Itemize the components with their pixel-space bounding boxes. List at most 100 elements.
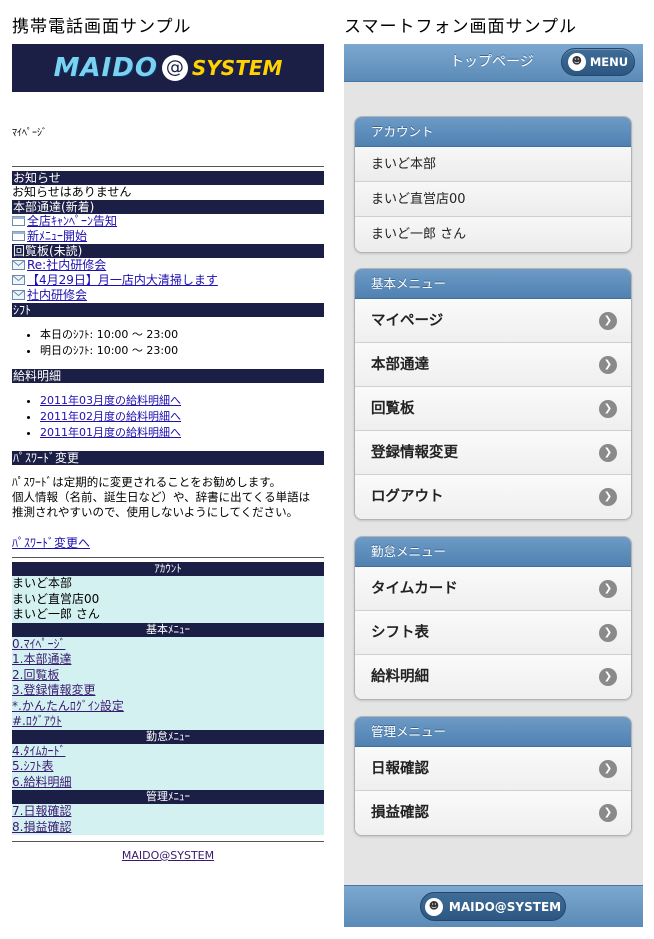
menu-basic-header: 基本ﾒﾆｭｰ <box>12 622 324 637</box>
salary-link[interactable]: 2011年03月度の給料明細へ <box>40 394 181 407</box>
chevron-right-icon: ❯ <box>599 668 617 686</box>
notice-text: お知らせはありません <box>12 185 132 199</box>
account-item: まいど直営店00 <box>355 182 631 217</box>
menu-item-logout[interactable]: #.ﾛｸﾞｱｳﾄ <box>12 714 62 728</box>
divider <box>12 166 324 167</box>
menu-item-salary[interactable]: 給料明細 ❯ <box>355 655 631 699</box>
feature-phone-heading: 携帯電話画面サンプル <box>12 17 192 37</box>
fp-menu: ｱｶｳﾝﾄ まいど本部 まいど直営店00 まいど一郎 さん 基本ﾒﾆｭｰ 0.ﾏ… <box>12 562 324 835</box>
chevron-right-icon: ❯ <box>599 760 617 778</box>
password-notice-line: 個人情報（名前、誕生日など）や、辞書に出てくる単語は <box>12 490 311 504</box>
board-item: Re:社内研修会 <box>12 258 324 273</box>
salary-link[interactable]: 2011年01月度の給料明細へ <box>40 426 181 439</box>
account-group: アカウント まいど本部 まいど直営店00 まいど一郎 さん <box>354 116 632 253</box>
menu-item-label: 損益確認 <box>371 805 429 821</box>
menu-button[interactable]: ☻ MENU <box>561 48 635 76</box>
menu-item-daily-report[interactable]: 日報確認 ❯ <box>355 747 631 791</box>
menu-item-mypage[interactable]: 0.ﾏｲﾍﾟｰｼﾞ <box>12 637 65 651</box>
board-item-link[interactable]: Re:社内研修会 <box>27 258 106 272</box>
shift-item-tomorrow: 明日のｼﾌﾄ: 10:00 ～ 23:00 <box>40 343 324 359</box>
memo-icon <box>12 216 25 226</box>
menu-account-header: ｱｶｳﾝﾄ <box>12 562 324 576</box>
account-item: まいど直営店00 <box>12 591 100 606</box>
smartphone-screen: トップページ ☻ MENU アカウント まいど本部 まいど直営店00 まいど一郎… <box>344 44 643 927</box>
board-item-link[interactable]: 社内研修会 <box>27 288 87 302</box>
board-item-link[interactable]: 【4月29日】月一店内大清掃します <box>27 273 218 287</box>
menu-button-label: MENU <box>589 55 629 69</box>
board-item: 【4月29日】月一店内大清掃します <box>12 273 324 288</box>
shift-item-today: 本日のｼﾌﾄ: 10:00 ～ 23:00 <box>40 327 324 343</box>
hq-item: 全店ｷｬﾝﾍﾟｰﾝ告知 <box>12 214 324 229</box>
maido-system-logo: MAIDO @ SYSTEM <box>12 44 324 92</box>
menu-item-mypage[interactable]: マイページ ❯ <box>355 299 631 343</box>
menu-item-salary[interactable]: 6.給料明細 <box>12 775 71 789</box>
menu-item-timecard[interactable]: 4.ﾀｲﾑｶｰﾄﾞ <box>12 744 65 758</box>
attendance-menu-header: 勤怠メニュー <box>355 537 631 567</box>
menu-attendance-header: 勤怠ﾒﾆｭｰ <box>12 729 324 744</box>
chevron-right-icon: ❯ <box>599 356 617 374</box>
basic-menu-header: 基本メニュー <box>355 269 631 299</box>
menu-item-profit-loss[interactable]: 損益確認 ❯ <box>355 791 631 835</box>
menu-item-label: ログアウト <box>371 489 444 505</box>
menu-item-label: 日報確認 <box>371 761 429 777</box>
hq-notice-header: 本部通達(新着) <box>12 200 324 214</box>
board-item: 社内研修会 <box>12 288 324 303</box>
salary-link[interactable]: 2011年02月度の給料明細へ <box>40 410 181 423</box>
menu-item-profit-loss[interactable]: 8.損益確認 <box>12 820 71 834</box>
menu-item-profile[interactable]: 3.登録情報変更 <box>12 683 95 697</box>
password-notice-line: ﾊﾟｽﾜｰﾄﾞは定期的に変更されることをお勧めします。 <box>12 475 282 489</box>
menu-item-board[interactable]: 回覧板 ❯ <box>355 387 631 431</box>
salary-list: 2011年03月度の給料明細へ 2011年02月度の給料明細へ 2011年01月… <box>40 393 324 441</box>
menu-item-label: 回覧板 <box>371 401 415 417</box>
footer-link[interactable]: MAIDO@SYSTEM <box>122 849 214 862</box>
menu-item-timecard[interactable]: タイムカード ❯ <box>355 567 631 611</box>
menu-item-board[interactable]: 2.回覧板 <box>12 668 59 682</box>
footer-button-label: MAIDO@SYSTEM <box>448 899 562 914</box>
menu-item-label: シフト表 <box>371 625 429 641</box>
chevron-right-icon: ❯ <box>599 580 617 598</box>
menu-item-easy-login[interactable]: *.かんたんﾛｸﾞｲﾝ設定 <box>12 699 124 713</box>
menu-item-daily-report[interactable]: 7.日報確認 <box>12 804 71 818</box>
envelope-icon <box>12 275 25 285</box>
menu-admin-header: 管理ﾒﾆｭｰ <box>12 790 324 804</box>
menu-item-logout[interactable]: ログアウト ❯ <box>355 475 631 519</box>
header-bar: トップページ ☻ MENU <box>344 44 643 82</box>
board-header: 回覧板(未読) <box>12 244 324 258</box>
feature-phone-screen: MAIDO @ SYSTEM ﾏｲﾍﾟｰｼﾞ お知らせ お知らせはありません 本… <box>12 44 324 863</box>
password-change-link[interactable]: ﾊﾟｽﾜｰﾄﾞ変更へ <box>12 536 324 551</box>
maido-mascot-icon: ☻ <box>567 53 586 71</box>
envelope-icon <box>12 260 25 270</box>
menu-item-label: 給料明細 <box>371 669 429 685</box>
hq-item-link[interactable]: 新ﾒﾆｭｰ開始 <box>27 229 87 243</box>
menu-item-label: タイムカード <box>371 581 458 597</box>
password-notice-line: 推測されやすいので、使用しないようにしてください。 <box>12 505 299 519</box>
chevron-right-icon: ❯ <box>599 444 617 462</box>
menu-item-hq[interactable]: 本部通達 ❯ <box>355 343 631 387</box>
chevron-right-icon: ❯ <box>599 804 617 822</box>
shift-list: 本日のｼﾌﾄ: 10:00 ～ 23:00 明日のｼﾌﾄ: 10:00 ～ 23… <box>40 327 324 359</box>
account-item: まいど一郎 さん <box>12 607 100 621</box>
maido-mascot-icon: ☻ <box>424 897 443 916</box>
menu-item-profile[interactable]: 登録情報変更 ❯ <box>355 431 631 475</box>
menu-item-label: 登録情報変更 <box>371 445 458 461</box>
menu-item-shift[interactable]: 5.ｼﾌﾄ表 <box>12 759 53 773</box>
menu-item-label: 本部通達 <box>371 357 429 373</box>
admin-menu-group: 管理メニュー 日報確認 ❯ 損益確認 ❯ <box>354 716 632 836</box>
menu-item-label: マイページ <box>371 313 444 329</box>
menu-item-hq[interactable]: 1.本部通達 <box>12 652 71 666</box>
chevron-right-icon: ❯ <box>599 312 617 330</box>
footer-bar: ☻ MAIDO@SYSTEM <box>344 885 643 927</box>
notice-header: お知らせ <box>12 171 324 185</box>
hq-item: 新ﾒﾆｭｰ開始 <box>12 229 324 244</box>
divider <box>12 557 324 558</box>
chevron-right-icon: ❯ <box>599 488 617 506</box>
attendance-menu-group: 勤怠メニュー タイムカード ❯ シフト表 ❯ 給料明細 ❯ <box>354 536 632 700</box>
menu-item-shift[interactable]: シフト表 ❯ <box>355 611 631 655</box>
logo-system-text: SYSTEM <box>191 55 283 80</box>
maido-system-button[interactable]: ☻ MAIDO@SYSTEM <box>420 892 566 921</box>
chevron-right-icon: ❯ <box>599 400 617 418</box>
page-title: ﾏｲﾍﾟｰｼﾞ <box>12 128 47 139</box>
account-header: アカウント <box>355 117 631 147</box>
hq-item-link[interactable]: 全店ｷｬﾝﾍﾟｰﾝ告知 <box>27 214 117 228</box>
basic-menu-group: 基本メニュー マイページ ❯ 本部通達 ❯ 回覧板 ❯ 登録情報変更 ❯ ログアウト ❯ <box>354 268 632 520</box>
